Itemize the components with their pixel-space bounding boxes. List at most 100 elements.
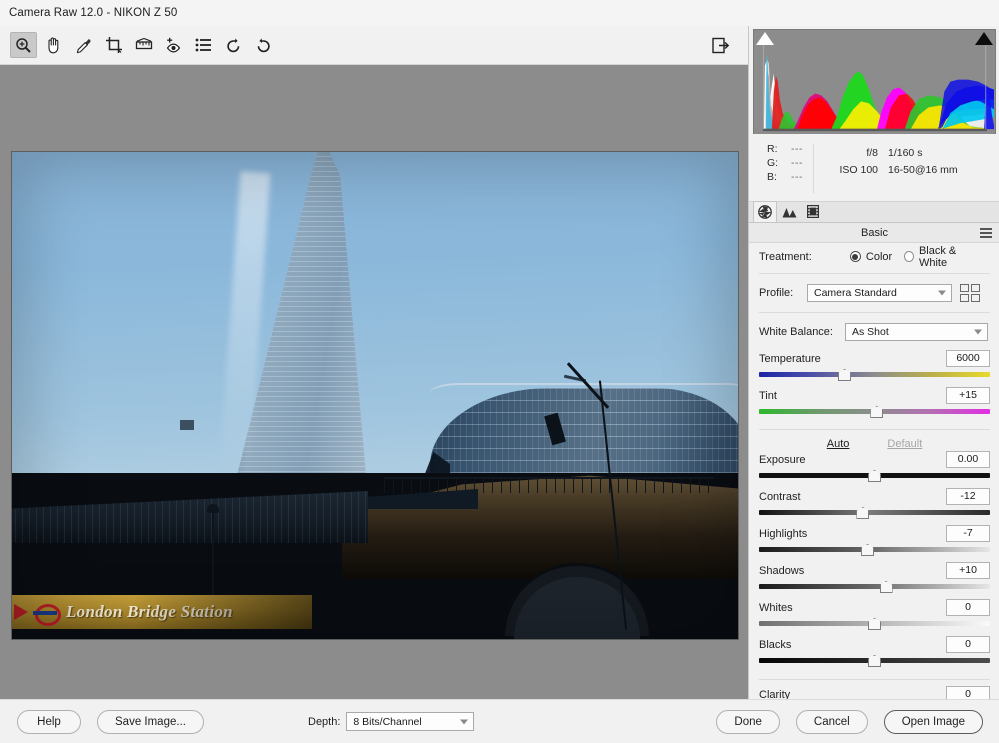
slider-highlights-thumb[interactable] [861,544,875,556]
tab-tone-curve[interactable] [777,201,801,222]
divider [759,429,990,430]
slider-shadows-value[interactable]: +10 [946,562,990,579]
histogram-graph [754,30,995,135]
slider-exposure-value[interactable]: 0.00 [946,451,990,468]
lens-value: 16-50@16 mm [888,163,958,176]
treatment-option-black-and-white[interactable]: Black & White [904,245,978,269]
slider-contrast-value[interactable]: -12 [946,488,990,505]
profile-browser-button[interactable] [960,284,980,302]
slider-blacks-value[interactable]: 0 [946,636,990,653]
slider-tint-value[interactable]: +15 [946,387,990,404]
shutter-value: 1/160 s [888,146,923,159]
slider-highlights: Highlights -7 [759,525,990,557]
rotate-ccw-tool[interactable] [220,32,247,58]
slider-tint-thumb[interactable] [870,406,884,418]
slider-tint-label: Tint [759,389,777,402]
slider-temperature-thumb[interactable] [837,369,851,381]
open-image-button[interactable]: Open Image [883,709,983,734]
depth-value: 8 Bits/Channel [353,715,422,728]
white-balance-tool[interactable] [70,32,97,58]
crop-tool[interactable] [100,32,127,58]
rgb-readout: R: --- G: --- B: --- [749,136,813,201]
treatment-row: Treatment: Color Black & White [759,243,990,269]
highlight-clipping-warning-icon[interactable] [975,32,993,45]
profile-select[interactable]: Camera Standard [807,284,952,302]
divider [759,679,990,680]
depth-label: Depth: [308,715,341,728]
panel-title: Basic [861,226,888,239]
slider-contrast-track-wrap[interactable] [759,506,990,520]
straighten-tool[interactable] [130,32,157,58]
rgb-row-g: G: --- [767,156,813,170]
cancel-button[interactable]: Cancel [795,709,868,734]
slider-temperature-track-wrap[interactable] [759,368,990,382]
help-button[interactable]: Help [17,709,81,734]
auto-button[interactable]: Auto [827,438,850,450]
aperture-value: f/8 [866,146,878,159]
red-eye-tool[interactable] [160,32,187,58]
slider-contrast: Contrast -12 [759,488,990,520]
image-canvas[interactable]: London Bridge Station [0,65,748,699]
slider-shadows-track-wrap[interactable] [759,580,990,594]
slider-highlights-value[interactable]: -7 [946,525,990,542]
done-button[interactable]: Done [716,709,780,734]
aperture-icon [758,205,772,219]
footer-bar: Help Save Image... Depth: 8 Bits/Channel… [0,699,999,743]
tab-snapshots[interactable] [801,201,825,222]
panel-header: Basic [749,223,999,243]
treatment-option-color[interactable]: Color [849,251,892,263]
histogram[interactable] [753,29,996,135]
panel-menu-icon[interactable] [980,228,992,238]
chevron-down-icon [460,719,469,724]
zoom-tool[interactable] [10,32,37,58]
depth-group: Depth: 8 Bits/Channel [308,712,475,731]
treatment-label: Treatment: [759,250,812,263]
station-sign-shading [12,595,312,629]
slider-exposure-label: Exposure [759,453,806,466]
filmstrip-icon [807,205,819,218]
slider-shadows-thumb[interactable] [879,581,893,593]
b-label: B: [767,171,777,183]
filmstrip-toggle-icon[interactable] [707,32,734,58]
slider-exposure-thumb[interactable] [868,470,881,482]
depth-select[interactable]: 8 Bits/Channel [346,712,475,731]
shadow-clipping-warning-icon[interactable] [756,32,774,45]
profile-value: Camera Standard [814,287,897,299]
slider-whites-label: Whites [759,601,793,614]
slider-tint-track-wrap[interactable] [759,405,990,419]
hand-tool[interactable] [40,32,67,58]
slider-contrast-label: Contrast [759,490,801,503]
slider-temperature: Temperature 6000 [759,350,990,382]
slider-exposure-head: Exposure 0.00 [759,451,990,468]
window-title: Camera Raw 12.0 - NIKON Z 50 [9,7,178,19]
rotate-cw-tool[interactable] [250,32,277,58]
panel-tab-bar [749,201,999,223]
slider-blacks-label: Blacks [759,638,792,651]
station-sign: London Bridge Station [12,595,312,629]
save-image-button[interactable]: Save Image... [97,709,204,734]
slider-temperature-track [759,372,990,377]
divider [759,312,990,313]
white-balance-row: White Balance: As Shot [759,319,990,345]
slider-highlights-track-wrap[interactable] [759,543,990,557]
slider-whites-value[interactable]: 0 [946,599,990,616]
tab-basic[interactable] [753,201,777,222]
slider-blacks-track-wrap[interactable] [759,654,990,668]
slider-temperature-value[interactable]: 6000 [946,350,990,367]
default-button[interactable]: Default [887,438,922,450]
photo-preview[interactable]: London Bridge Station [11,151,739,640]
small-lamp-head [207,504,219,513]
rgb-row-b: B: --- [767,170,813,184]
slider-shadows-track [759,584,990,589]
slider-contrast-track [759,510,990,515]
white-balance-value: As Shot [852,326,889,338]
slider-whites-thumb[interactable] [868,618,881,630]
slider-contrast-thumb[interactable] [856,507,870,519]
white-balance-label: White Balance: [759,326,833,338]
slider-exposure-track-wrap[interactable] [759,469,990,483]
preferences-tool[interactable] [190,32,217,58]
white-balance-select[interactable]: As Shot [845,323,988,341]
slider-whites-track-wrap[interactable] [759,617,990,631]
chevron-down-icon [974,329,982,335]
slider-blacks-thumb[interactable] [868,655,881,667]
